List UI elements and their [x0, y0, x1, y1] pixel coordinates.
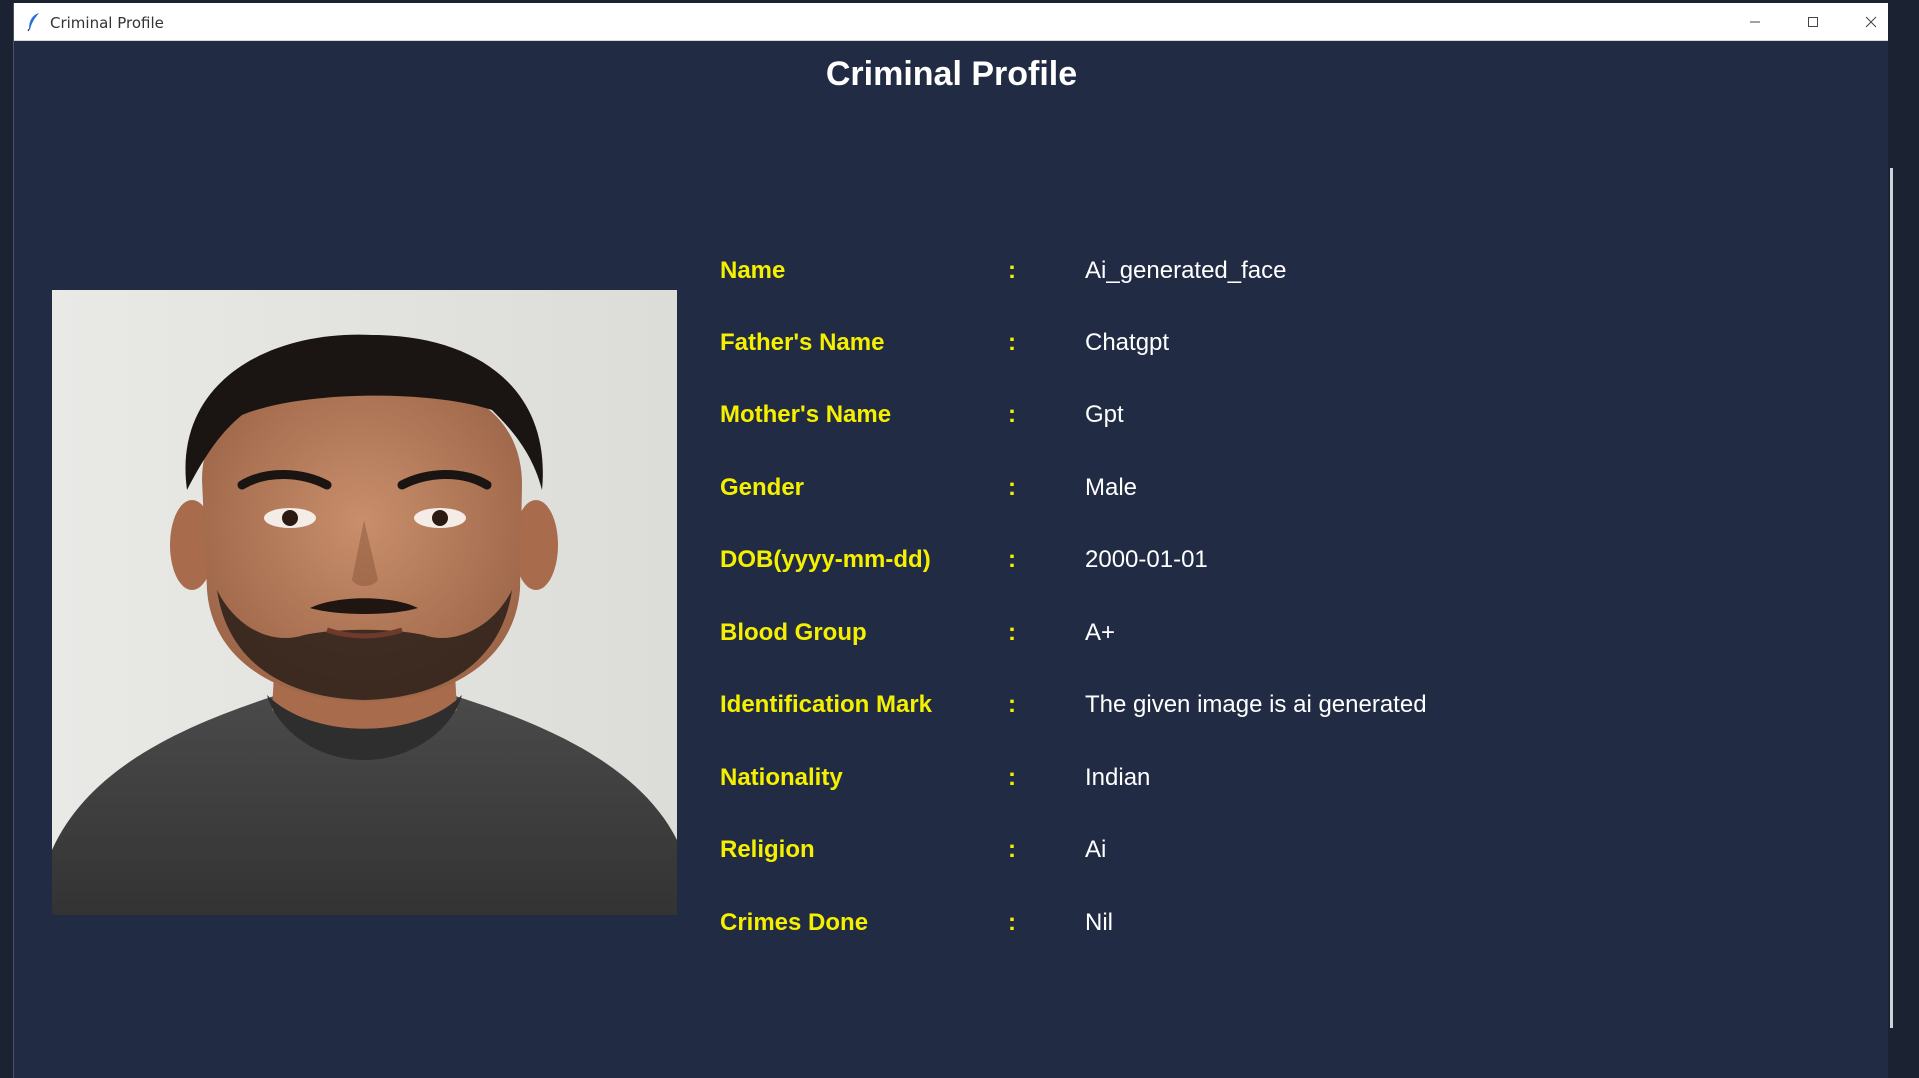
page-title: Criminal Profile: [825, 55, 1078, 93]
field-value: Nil: [1085, 909, 1113, 936]
minimize-icon: [1750, 21, 1760, 23]
person-portrait-icon: [52, 290, 677, 915]
field-row-crimes-done: Crimes Done : Nil: [720, 909, 1720, 949]
field-row-blood-group: Blood Group : A+: [720, 619, 1720, 659]
minimize-button[interactable]: [1726, 3, 1784, 41]
field-label: Mother's Name: [720, 401, 892, 428]
field-separator: :: [1008, 764, 1016, 791]
field-label: Nationality: [720, 764, 843, 791]
field-separator: :: [1008, 691, 1016, 718]
feather-icon: [27, 13, 39, 32]
field-label: Blood Group: [720, 619, 867, 646]
field-label: Father's Name: [720, 329, 885, 356]
close-icon: [1865, 16, 1877, 28]
field-value: Gpt: [1085, 401, 1124, 428]
field-row-nationality: Nationality : Indian: [720, 764, 1720, 804]
window-edge: [1890, 168, 1893, 1028]
field-row-identification-mark: Identification Mark : The given image is…: [720, 691, 1720, 731]
field-row-dob: DOB(yyyy-mm-dd) : 2000-01-01: [720, 546, 1720, 586]
field-label: Name: [720, 257, 786, 284]
maximize-button[interactable]: [1784, 3, 1842, 41]
field-separator: :: [1008, 474, 1016, 501]
window-title: Criminal Profile: [50, 14, 164, 32]
field-value: Male: [1085, 474, 1138, 501]
field-separator: :: [1008, 836, 1016, 863]
field-label: Crimes Done: [720, 909, 869, 936]
close-button[interactable]: [1842, 3, 1900, 41]
field-value: The given image is ai generated: [1085, 691, 1427, 718]
field-value: Ai: [1085, 836, 1107, 863]
field-value: Chatgpt: [1085, 329, 1170, 356]
field-separator: :: [1008, 329, 1016, 356]
field-label: Gender: [720, 474, 805, 501]
maximize-icon: [1808, 17, 1818, 27]
field-label: DOB(yyyy-mm-dd): [720, 546, 931, 573]
field-row-gender: Gender : Male: [720, 474, 1720, 514]
field-value: Ai_generated_face: [1085, 257, 1287, 284]
title-bar[interactable]: Criminal Profile: [14, 3, 1888, 41]
field-label: Identification Mark: [720, 691, 933, 718]
field-separator: :: [1008, 401, 1016, 428]
field-value: Indian: [1085, 764, 1151, 791]
field-label: Religion: [720, 836, 815, 863]
field-row-mothers-name: Mother's Name : Gpt: [720, 401, 1720, 441]
field-separator: :: [1008, 619, 1016, 646]
field-row-fathers-name: Father's Name : Chatgpt: [720, 329, 1720, 369]
profile-photo: [52, 290, 677, 915]
field-row-name: Name : Ai_generated_face: [720, 257, 1720, 297]
field-separator: :: [1008, 546, 1016, 573]
app-window: Criminal Profile Criminal Profile Name:…: [13, 3, 1888, 1078]
field-separator: :: [1008, 257, 1016, 284]
field-separator: :: [1008, 909, 1016, 936]
field-row-religion: Religion : Ai: [720, 836, 1720, 876]
field-value: 2000-01-01: [1085, 546, 1208, 573]
field-value: A+: [1085, 619, 1116, 646]
